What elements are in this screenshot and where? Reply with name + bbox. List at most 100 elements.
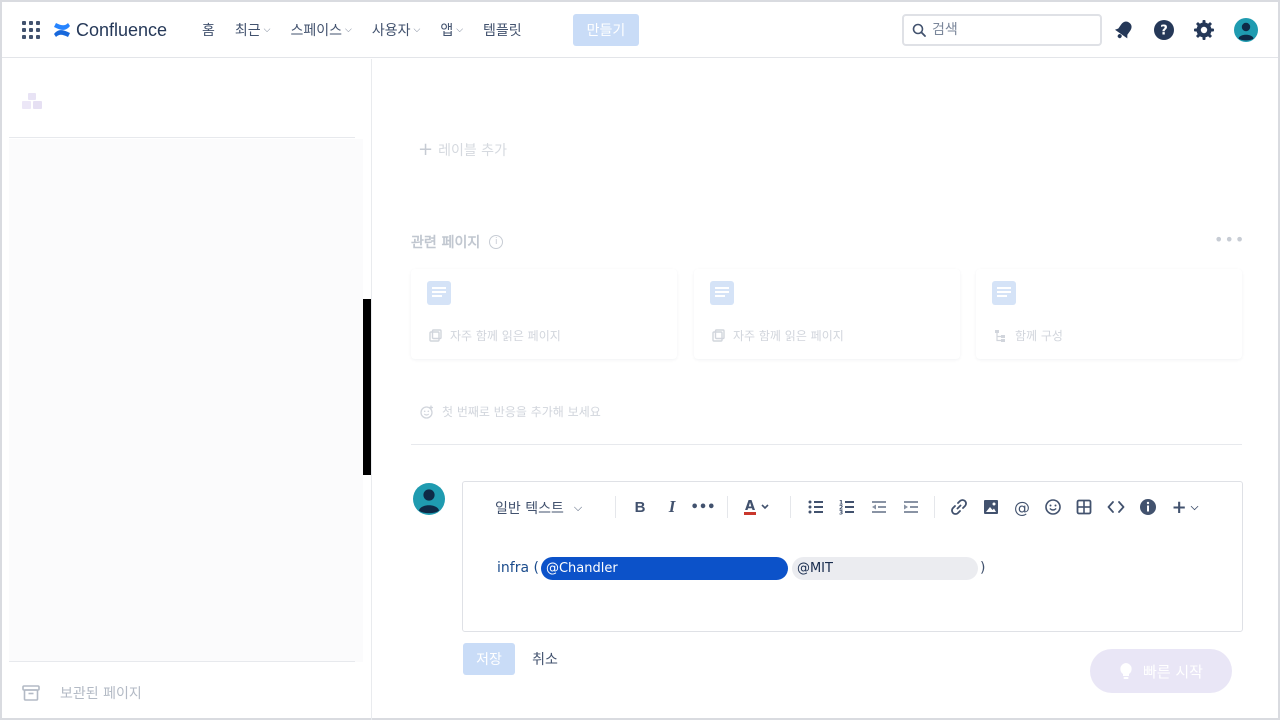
nav-templates-label: 템플릿 [483, 23, 522, 39]
chevron-down-icon: ⌵ [413, 25, 421, 35]
related-page-card[interactable]: 자주 함께 읽은 페이지 [694, 269, 960, 359]
pages-icon [429, 329, 442, 342]
nav-recent[interactable]: 최근 ⌵ [225, 20, 281, 40]
bullet-list-icon[interactable] [806, 497, 826, 517]
add-reaction-button[interactable]: 첫 번째로 반응을 추가해 보세요 [420, 403, 601, 420]
nav-home-label: 홈 [202, 23, 215, 39]
archived-pages-label: 보관된 페이지 [60, 686, 142, 702]
search-input[interactable] [932, 22, 1082, 38]
confluence-logo[interactable]: Confluence [52, 18, 167, 42]
toolbar-separator [934, 496, 935, 518]
nav-spaces[interactable]: 스페이스 ⌵ [280, 20, 361, 40]
quick-start-label: 빠른 시작 [1143, 662, 1203, 681]
archive-icon [22, 685, 40, 701]
toolbar-separator [790, 496, 791, 518]
settings-gear-icon[interactable] [1192, 18, 1216, 42]
space-logo-icon[interactable] [22, 93, 42, 109]
bold-icon[interactable]: B [630, 497, 650, 517]
related-pages-heading: 관련 페이지 i [411, 232, 504, 252]
sidebar-divider [9, 661, 355, 662]
comment-text: infra ( [497, 560, 539, 576]
table-icon[interactable] [1074, 497, 1094, 517]
quick-start-button[interactable]: 빠른 시작 [1090, 649, 1232, 693]
comment-editor: 일반 텍스트 ⌵ B I ••• A 1 2 3 @ + ⌵ infra (@… [462, 481, 1243, 632]
nav-people-label: 사용자 [371, 23, 411, 39]
lightbulb-icon [1120, 663, 1132, 679]
page-tree-area [9, 139, 363, 662]
confluence-logo-icon [54, 23, 70, 37]
text-color-icon[interactable]: A [743, 497, 773, 517]
svg-text:3: 3 [839, 510, 843, 517]
svg-text:A: A [745, 499, 755, 514]
hierarchy-icon [995, 330, 1005, 342]
sidebar-resize-handle[interactable] [363, 299, 371, 475]
link-icon[interactable] [949, 497, 969, 517]
save-button[interactable]: 저장 [463, 643, 515, 675]
add-label-text: 레이블 추가 [438, 142, 507, 159]
comment-text-suffix: ) [979, 560, 986, 576]
nav-apps[interactable]: 앱 ⌵ [430, 20, 473, 40]
emoji-icon[interactable] [1043, 497, 1063, 517]
sidebar-divider [9, 137, 355, 138]
card-subtitle-text: 자주 함께 읽은 페이지 [450, 329, 561, 343]
archived-pages-link[interactable]: 보관된 페이지 [22, 683, 142, 703]
nav-recent-label: 최근 [234, 23, 261, 39]
document-icon [710, 281, 734, 305]
commenter-avatar-icon [413, 483, 445, 515]
outdent-icon[interactable] [869, 497, 889, 517]
more-formatting-icon[interactable]: ••• [691, 497, 716, 517]
card-subtitle-text: 자주 함께 읽은 페이지 [733, 329, 844, 343]
cancel-button[interactable]: 취소 [523, 643, 567, 675]
card-subtitle: 자주 함께 읽은 페이지 [712, 327, 844, 344]
app-switcher-icon[interactable] [22, 21, 40, 39]
search-icon [912, 23, 926, 37]
card-subtitle: 자주 함께 읽은 페이지 [429, 327, 561, 344]
help-icon[interactable]: ? [1152, 18, 1176, 42]
text-style-label: 일반 텍스트 [495, 501, 564, 517]
document-icon [992, 281, 1016, 305]
top-navigation: Confluence 홈 최근 ⌵ 스페이스 ⌵ 사용자 ⌵ 앱 ⌵ 템플릿 만… [2, 2, 1278, 58]
italic-icon[interactable]: I [662, 497, 682, 517]
search-box[interactable] [902, 14, 1102, 46]
mention-icon[interactable]: @ [1012, 497, 1032, 517]
sidebar: 보관된 페이지 [2, 59, 372, 720]
insert-more-icon[interactable]: + ⌵ [1170, 497, 1200, 518]
content-divider [411, 444, 1242, 445]
image-icon[interactable] [981, 497, 1001, 517]
text-style-dropdown[interactable]: 일반 텍스트 ⌵ [495, 498, 582, 518]
user-avatar-icon[interactable] [1234, 18, 1258, 42]
plus-icon: + [418, 139, 434, 160]
reaction-prompt-text: 첫 번째로 반응을 추가해 보세요 [442, 405, 601, 419]
add-label-button[interactable]: + 레이블 추가 [418, 139, 507, 160]
create-button[interactable]: 만들기 [573, 14, 639, 46]
nav-apps-label: 앱 [440, 23, 454, 39]
nav-home[interactable]: 홈 [192, 20, 225, 40]
add-reaction-icon [420, 405, 433, 419]
nav-spaces-label: 스페이스 [290, 23, 343, 39]
info-icon[interactable]: i [489, 235, 504, 249]
chevron-down-icon: ⌵ [456, 25, 464, 35]
document-icon [427, 281, 451, 305]
nav-templates[interactable]: 템플릿 [473, 20, 532, 40]
more-options-icon[interactable]: ••• [1214, 230, 1245, 249]
pages-icon [712, 329, 725, 342]
svg-text:?: ? [1160, 24, 1168, 39]
mention-chip[interactable]: @MIT [791, 556, 978, 580]
related-page-card[interactable]: 자주 함께 읽은 페이지 [411, 269, 677, 359]
code-icon[interactable] [1106, 497, 1126, 517]
related-pages-title: 관련 페이지 [411, 235, 481, 251]
editor-toolbar: 일반 텍스트 ⌵ B I ••• A 1 2 3 @ + ⌵ [463, 482, 1242, 532]
mention-chip-selected[interactable]: @Chandler [540, 556, 788, 580]
numbered-list-icon[interactable]: 1 2 3 [837, 497, 857, 517]
indent-icon[interactable] [901, 497, 921, 517]
related-page-card[interactable]: 함께 구성 [976, 269, 1242, 359]
chevron-down-icon: ⌵ [573, 501, 583, 514]
editor-content[interactable]: infra ( @Chandler @MIT ) [497, 556, 985, 580]
notifications-icon[interactable] [1112, 18, 1136, 42]
nav-people[interactable]: 사용자 ⌵ [362, 20, 430, 40]
primary-nav: 홈 최근 ⌵ 스페이스 ⌵ 사용자 ⌵ 앱 ⌵ 템플릿 [192, 2, 532, 58]
info-panel-icon[interactable] [1138, 497, 1158, 517]
chevron-down-icon: ⌵ [263, 25, 271, 35]
card-subtitle-text: 함께 구성 [1015, 329, 1063, 343]
chevron-down-icon: ⌵ [345, 25, 352, 35]
